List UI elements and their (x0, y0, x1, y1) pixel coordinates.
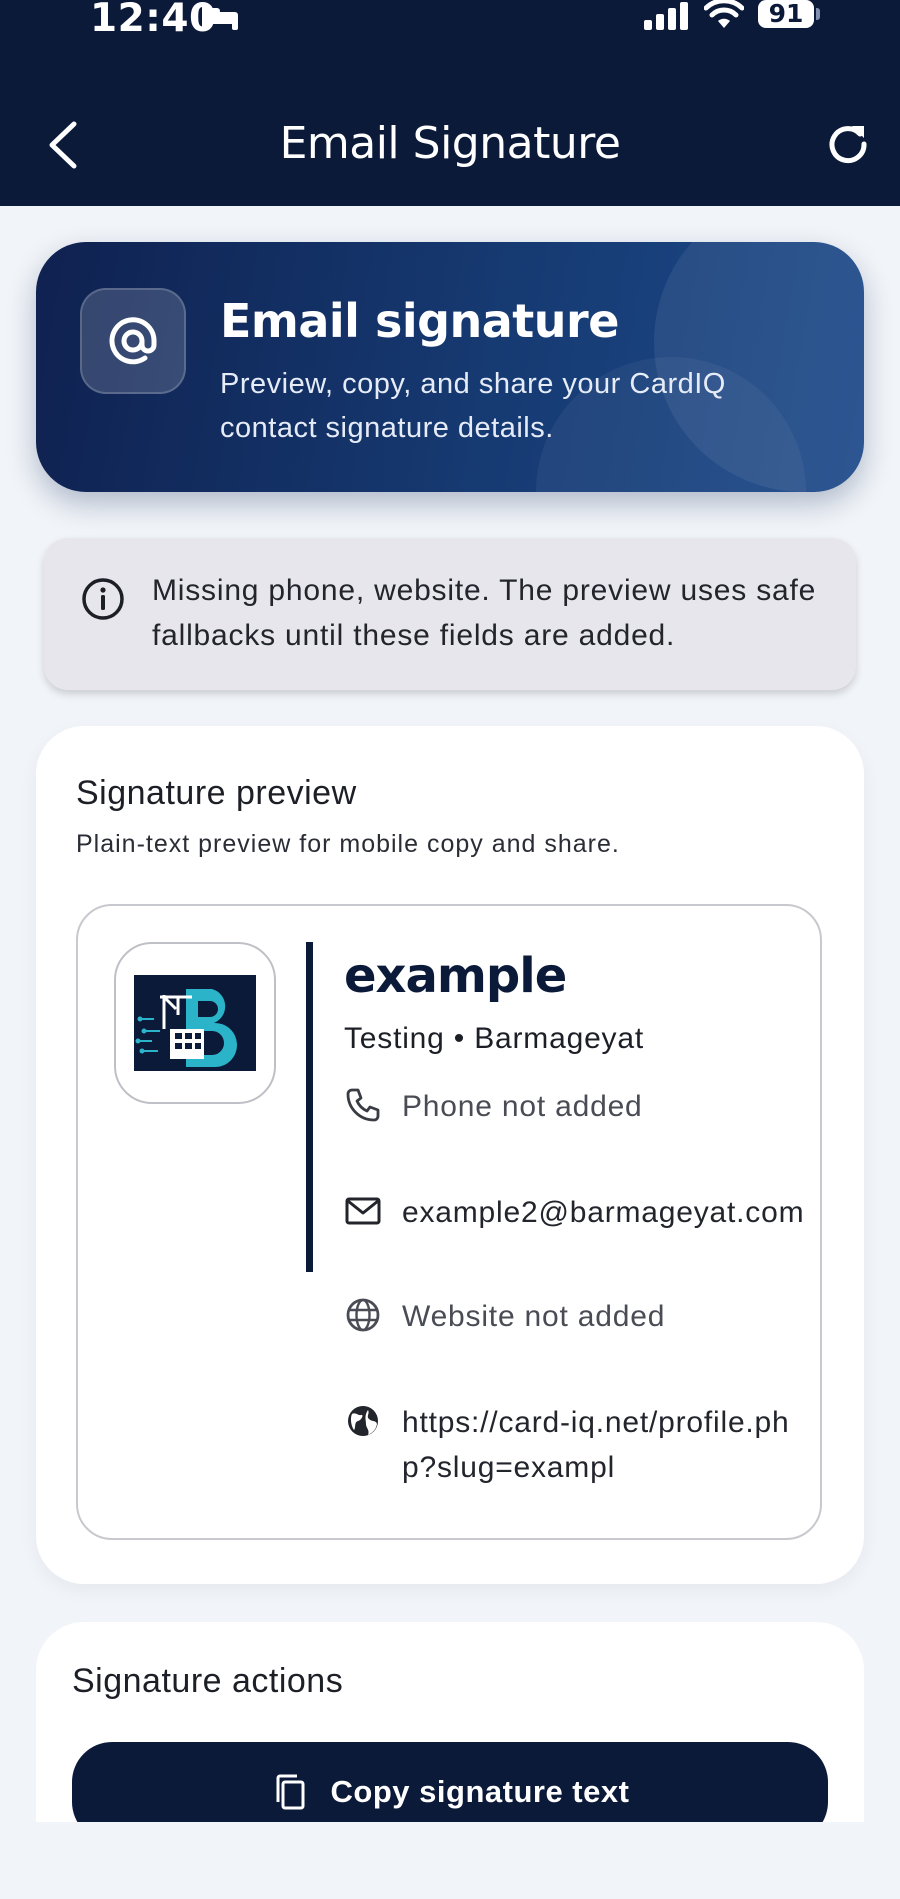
signature-email[interactable]: example2@barmageyat.com (402, 1190, 822, 1235)
signature-website: Website not added (402, 1300, 666, 1333)
notice-text: Missing phone, website. The preview uses… (152, 574, 817, 652)
bed-icon (202, 6, 238, 30)
globe-icon (346, 1298, 380, 1332)
copy-icon (276, 1774, 305, 1810)
section-title: Signature actions (72, 1662, 344, 1700)
hero-banner: Email signature Preview, copy, and share… (36, 242, 864, 492)
company-logo (114, 942, 276, 1104)
hero-subtitle: Preview, copy, and share your CardIQ con… (220, 368, 726, 444)
wifi-icon (704, 0, 744, 28)
cellular-signal-icon (644, 2, 688, 30)
app-header: 12:40 91 Email Signature (0, 0, 900, 206)
section-subtitle: Plain-text preview for mobile copy and s… (76, 830, 620, 858)
signature-profile-url[interactable]: https://card-iq.net/profile.php?slug=exa… (402, 1400, 822, 1490)
signature-name: example (344, 948, 567, 1004)
bottom-safe-area (0, 1822, 900, 1899)
copy-signature-label: Copy signature text (330, 1774, 630, 1809)
hero-title: Email signature (220, 294, 619, 348)
hero-icon-box (80, 288, 186, 394)
info-icon (82, 578, 124, 620)
public-globe-icon (348, 1406, 378, 1436)
battery-indicator: 91 (758, 0, 814, 28)
signature-role: Testing • Barmageyat (344, 1022, 644, 1055)
signature-divider (306, 942, 313, 1272)
signature-preview: example Testing • Barmageyat Phone not a… (76, 904, 822, 1540)
page-title: Email Signature (279, 118, 621, 169)
missing-fields-notice: Missing phone, website. The preview uses… (44, 538, 856, 690)
at-sign-icon (109, 317, 157, 365)
company-logo-image (134, 975, 256, 1071)
phone-icon (346, 1088, 380, 1122)
signature-phone: Phone not added (402, 1090, 643, 1123)
mail-icon (345, 1197, 381, 1225)
signature-preview-card: Signature preview Plain-text preview for… (36, 726, 864, 1584)
section-title: Signature preview (76, 774, 357, 812)
refresh-button[interactable] (826, 122, 870, 166)
status-time: 12:40 (90, 0, 217, 41)
battery-nub (816, 8, 820, 20)
